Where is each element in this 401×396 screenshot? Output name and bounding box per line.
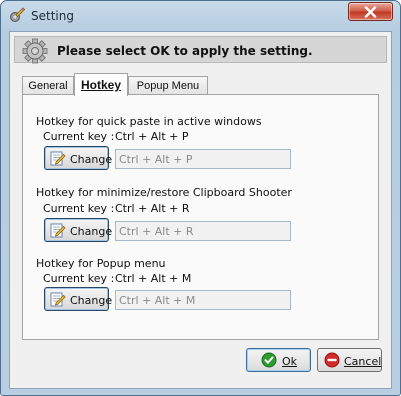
edit-icon [50, 222, 66, 238]
tab-general[interactable]: General [22, 76, 74, 95]
change-button-label: Change [70, 153, 113, 166]
window-title: Setting [31, 9, 74, 23]
change-button-label: Change [70, 294, 113, 307]
hotkey-minimize-restore-input[interactable]: Ctrl + Alt + R [115, 221, 291, 241]
current-key-label: Current key : [43, 272, 115, 285]
instruction-text: Please select OK to apply the setting. [57, 44, 313, 58]
tab-popup-menu-label: Popup Menu [136, 80, 200, 92]
settings-pencil-icon [9, 7, 26, 23]
title-bar[interactable]: Setting [1, 1, 400, 31]
hotkey-minimize-restore-title: Hotkey for minimize/restore Clipboard Sh… [36, 186, 292, 199]
change-popup-menu-button[interactable]: Change [44, 287, 113, 311]
tab-hotkey[interactable]: Hotkey [74, 73, 128, 96]
hotkey-popup-menu-title: Hotkey for Popup menu [36, 257, 166, 270]
hotkey-quick-paste-input[interactable]: Ctrl + Alt + P [115, 149, 291, 169]
tab-hotkey-label: Hotkey [80, 78, 121, 92]
current-key-value: Ctrl + Alt + R [115, 202, 190, 215]
close-button[interactable] [348, 2, 393, 21]
settings-window: Setting Please select OK to apply the se… [0, 0, 401, 396]
change-button-label: Change [70, 225, 113, 238]
current-key-value: Ctrl + Alt + M [115, 272, 192, 285]
change-minimize-restore-button[interactable]: Change [44, 218, 113, 242]
hotkey-popup-menu-input[interactable]: Ctrl + Alt + M [115, 290, 291, 310]
dialog-client-area: Please select OK to apply the setting. G… [9, 31, 392, 389]
current-key-label: Current key : [43, 202, 115, 215]
close-icon [364, 6, 377, 18]
cancel-button-label: Cancel [344, 355, 382, 368]
instruction-header: Please select OK to apply the setting. [14, 36, 387, 65]
change-quick-paste-button[interactable]: Change [44, 146, 113, 170]
gear-icon [21, 37, 49, 65]
check-icon [261, 352, 277, 368]
edit-icon [50, 291, 66, 307]
tab-popup-menu[interactable]: Popup Menu [128, 76, 208, 95]
cancel-button[interactable]: Cancel [317, 348, 382, 372]
hotkey-quick-paste-title: Hotkey for quick paste in active windows [36, 115, 262, 128]
edit-icon [50, 150, 66, 166]
current-key-label: Current key : [43, 130, 115, 143]
hotkey-panel: Hotkey for quick paste in active windows… [22, 94, 379, 340]
tab-general-label: General [28, 80, 68, 92]
ok-button[interactable]: Ok [246, 348, 311, 372]
current-key-value: Ctrl + Alt + P [115, 130, 189, 143]
cancel-icon [324, 352, 340, 368]
ok-button-label: Ok [282, 355, 298, 368]
